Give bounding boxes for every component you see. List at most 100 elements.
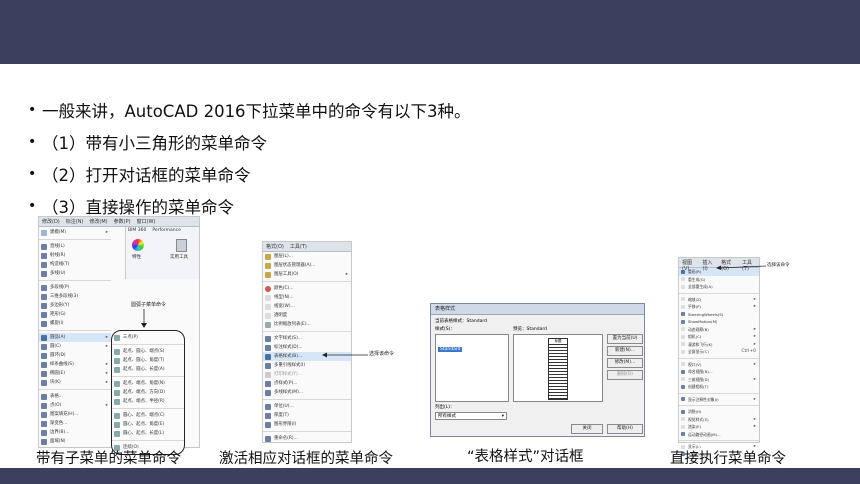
menu-item[interactable]: 视觉样式(S) ▸ xyxy=(679,416,759,424)
submenu-item[interactable]: 起点、端点、方向(D) xyxy=(112,388,184,397)
menu-item[interactable]: 椭圆(E) ▸ xyxy=(39,369,111,378)
ribbon-tab[interactable]: BIM 360 xyxy=(128,228,146,233)
menu-item[interactable]: 线宽(W)... xyxy=(263,302,351,311)
menu-bar-item[interactable]: 视图(V) xyxy=(679,258,699,272)
menu-bar: 修改(D) 标注(N) 修改(M) 参数(P) 窗口(W) xyxy=(39,217,199,227)
style-list-item[interactable]: Standard xyxy=(438,347,463,352)
menu-item[interactable]: 透明度 xyxy=(263,311,351,320)
menu-item[interactable]: 缩放(Z) ▸ xyxy=(679,296,759,304)
menu-item[interactable]: 图层状态管理器(A)... xyxy=(263,261,351,270)
list-select-value: 所有样式 xyxy=(438,414,456,419)
set-current-button[interactable]: 置为当前(U) xyxy=(607,334,643,344)
submenu-item[interactable]: 起点、圆心、长度(A) xyxy=(112,365,184,374)
callout-arrow-icon xyxy=(716,265,766,270)
calculator-icon xyxy=(176,239,187,252)
menu-item[interactable]: 矩形(G) xyxy=(39,310,111,319)
menu-item[interactable]: 运动路径动画(M)... xyxy=(679,431,759,439)
menu-item[interactable]: SteeringWheels(S) xyxy=(679,311,759,319)
menu-item[interactable]: 视口(V) ▸ xyxy=(679,361,759,369)
menu-item[interactable]: 多线(U) xyxy=(39,269,111,278)
submenu-item[interactable]: 起点、圆心、角度(T) xyxy=(112,356,184,365)
bullet-text: 一般来讲，AutoCAD 2016下拉菜单中的命令有以下3种。 xyxy=(42,102,471,121)
menu-bar-item[interactable]: 修改(D) xyxy=(39,217,63,226)
ribbon-tab[interactable]: Performance xyxy=(152,228,181,233)
menu-item[interactable]: 建模(M) ▸ xyxy=(39,228,111,237)
submenu-item[interactable]: 三点(P) xyxy=(112,333,184,342)
menu-item[interactable]: 样条曲线(S) ▸ xyxy=(39,360,111,369)
menu-item[interactable]: 图案填充(H)... xyxy=(39,410,111,419)
menu-item[interactable]: 射线(R) xyxy=(39,251,111,260)
menu-bar-item[interactable]: 修改(M) xyxy=(86,217,110,226)
menu-item[interactable]: 消隐(H) xyxy=(679,408,759,416)
bullet-text: （1）带有小三角形的菜单命令 xyxy=(42,134,267,153)
menu-item[interactable]: 打印样式(Y)... xyxy=(263,370,351,379)
menu-item[interactable]: 文字样式(S)... xyxy=(263,334,351,343)
menu-item[interactable]: 点样式(P)... xyxy=(263,379,351,388)
menu-item[interactable]: 多边形(Y) xyxy=(39,301,111,310)
menu-item[interactable]: 颜色(C)... xyxy=(263,284,351,293)
menu-item[interactable]: 多重引线样式(I) xyxy=(263,361,351,370)
menu-item[interactable]: 三维多段线(3) xyxy=(39,292,111,301)
menu-item[interactable]: 边界(B)... xyxy=(39,428,111,437)
menu-item[interactable]: 漫游和飞行(K) ▸ xyxy=(679,341,759,349)
menu-item[interactable]: 多线样式(M)... xyxy=(263,388,351,397)
menu-item[interactable]: 线型(N)... xyxy=(263,293,351,302)
new-button[interactable]: 新建(N)... xyxy=(607,346,643,356)
list-select[interactable]: 所有样式 ▾ xyxy=(435,412,507,420)
menu-item[interactable]: 厚度(T) xyxy=(263,411,351,420)
submenu-item[interactable]: 起点、圆心、端点(S) xyxy=(112,347,184,356)
menu-item-arc[interactable]: 圆弧(A) ▸ xyxy=(39,333,111,342)
menu-item[interactable]: 螺旋(I) xyxy=(39,319,111,328)
menu-item[interactable]: 面域(N) xyxy=(39,437,111,446)
bullet-item: • （2）打开对话框的菜单命令 xyxy=(28,158,471,190)
menu-bar-item[interactable]: 工具(T) xyxy=(287,242,310,251)
menu-item[interactable]: 全部重生成(A) xyxy=(679,283,759,291)
table-preview: 标题 xyxy=(548,338,568,400)
menu-item[interactable]: 圆(C) ▸ xyxy=(39,342,111,351)
ribbon-panel: BIM 360 Performance 特性 实用工具 xyxy=(125,227,199,279)
menu-bar: 格式(O) 工具(T) xyxy=(263,242,351,252)
submenu-item[interactable]: 圆心、起点、角度(E) xyxy=(112,420,184,429)
shortcut-label: Ctrl+0 xyxy=(741,349,756,354)
menu-item[interactable]: 多段线(P) xyxy=(39,283,111,292)
menu-item[interactable]: 比例缩放列表(E)... xyxy=(263,320,351,329)
menu-item[interactable]: 图层(L)... xyxy=(263,252,351,261)
delete-button[interactable]: 删除(D) xyxy=(607,370,643,380)
submenu-item[interactable]: 起点、端点、半径(R) xyxy=(112,397,184,406)
submenu-item[interactable]: 圆心、起点、长度(L) xyxy=(112,429,184,438)
menu-item[interactable]: 平移(P) ▸ xyxy=(679,303,759,311)
menu-item[interactable]: 全屏显示(C) Ctrl+0 xyxy=(679,348,759,356)
menu-item[interactable]: 相机(C) ▸ xyxy=(679,333,759,341)
menu-bar-item[interactable]: 窗口(W) xyxy=(134,217,159,226)
bullet-list: • 一般来讲，AutoCAD 2016下拉菜单中的命令有以下3种。 • （1）带有小… xyxy=(28,94,471,222)
menu-item[interactable]: 直线(L) xyxy=(39,242,111,251)
menu-item[interactable]: 重生成(G) xyxy=(679,276,759,284)
menu-bar-item[interactable]: 标注(N) xyxy=(63,217,87,226)
submenu-item[interactable]: 起点、端点、角度(N) xyxy=(112,379,184,388)
styles-list[interactable]: Standard xyxy=(435,334,509,402)
menu-item[interactable]: 表格... xyxy=(39,392,111,401)
menu-bar-item[interactable]: 格式(O) xyxy=(263,242,287,251)
menu-item[interactable]: 渐变色... xyxy=(39,419,111,428)
help-button[interactable]: 帮助(H) xyxy=(607,424,643,434)
submenu-item[interactable]: 圆心、起点、端点(C) xyxy=(112,411,184,420)
menu-item[interactable]: 圆环(D) xyxy=(39,351,111,360)
menu-item[interactable]: 动态观察(B) ▸ xyxy=(679,326,759,334)
menu-item[interactable]: 显示注释性对象(I) ▸ xyxy=(679,396,759,404)
menu-item[interactable]: 构造线(T) xyxy=(39,260,111,269)
close-button[interactable]: 关闭 xyxy=(571,424,603,434)
menu-item[interactable]: 渲染(E) ▸ xyxy=(679,423,759,431)
modify-button[interactable]: 修改(M)... xyxy=(607,358,643,368)
menu-item[interactable]: 标注样式(D)... xyxy=(263,343,351,352)
menu-bar-item[interactable]: 参数(P) xyxy=(111,217,134,226)
menu-item[interactable]: 块(K) ▸ xyxy=(39,378,111,387)
menu-item[interactable]: 三维视图(D) ▸ xyxy=(679,376,759,384)
menu-item[interactable]: 命名视图(N)... xyxy=(679,368,759,376)
menu-item[interactable]: 创建相机(T) xyxy=(679,383,759,391)
menu-item[interactable]: 图层工具(O) ▸ xyxy=(263,270,351,279)
menu-item[interactable]: 重命名(R)... xyxy=(263,434,351,443)
menu-item[interactable]: 单位(U)... xyxy=(263,402,351,411)
menu-item[interactable]: ShowMotion(M) xyxy=(679,318,759,326)
menu-item[interactable]: 图形界限(I) xyxy=(263,420,351,429)
menu-item[interactable]: 点(O) ▸ xyxy=(39,401,111,410)
